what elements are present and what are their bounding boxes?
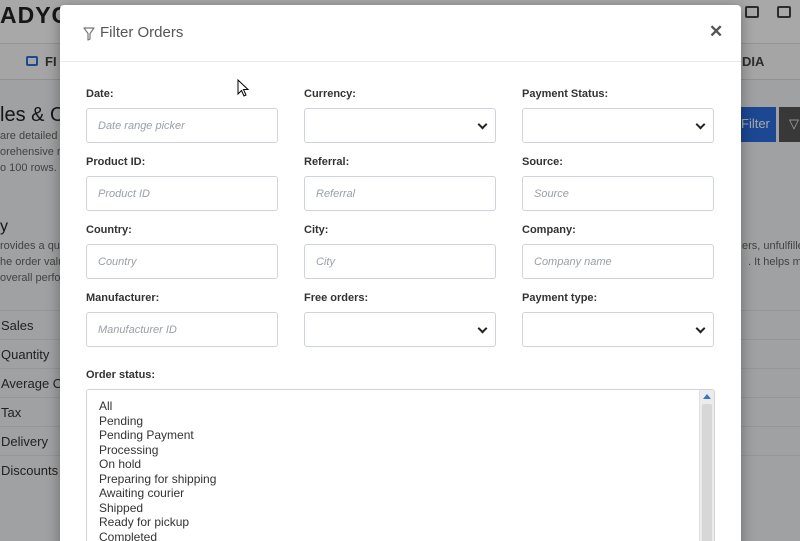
scroll-up-arrow-icon[interactable] [703,394,711,399]
order-status-option-preparing[interactable]: Preparing for shipping [87,472,697,487]
listbox-scrollbar[interactable] [699,390,714,541]
order-status-listbox[interactable]: All Pending Pending Payment Processing O… [86,389,715,541]
country-label: Country: [86,224,132,236]
referral-label: Referral: [304,156,350,168]
order-status-options: All Pending Pending Payment Processing O… [87,399,697,541]
scrollbar-thumb[interactable] [702,404,712,541]
order-status-option-awaiting-courier[interactable]: Awaiting courier [87,486,697,501]
mouse-cursor-icon [237,79,250,97]
modal-title: Filter Orders [100,24,184,41]
order-status-option-completed[interactable]: Completed [87,530,697,541]
city-label: City: [304,224,329,236]
referral-field[interactable] [304,176,496,211]
date-range-picker[interactable] [86,108,278,143]
order-status-label: Order status: [86,369,156,381]
order-status-option-on-hold[interactable]: On hold [87,457,697,472]
product-id-label: Product ID: [86,156,146,168]
manufacturer-field[interactable] [86,312,278,347]
payment-type-select[interactable] [522,312,714,347]
order-status-option-all[interactable]: All [87,399,697,414]
order-status-option-ready-for-pickup[interactable]: Ready for pickup [87,515,697,530]
source-label: Source: [522,156,563,168]
source-field[interactable] [522,176,714,211]
manufacturer-input[interactable] [87,313,277,346]
referral-input[interactable] [305,177,495,210]
chevron-down-icon [695,119,706,130]
manufacturer-label: Manufacturer: [86,292,160,304]
country-input[interactable] [87,245,277,278]
order-status-option-pending-payment[interactable]: Pending Payment [87,428,697,443]
order-status-option-shipped[interactable]: Shipped [87,501,697,516]
payment-status-select[interactable] [522,108,714,143]
free-orders-select[interactable] [304,312,496,347]
currency-select[interactable] [304,108,496,143]
product-id-field[interactable] [86,176,278,211]
payment-status-label: Payment Status: [522,88,609,100]
close-icon[interactable]: ✕ [709,23,723,40]
source-input[interactable] [523,177,713,210]
company-input[interactable] [523,245,713,278]
modal-header: Filter Orders ✕ [60,5,741,62]
order-status-option-processing[interactable]: Processing [87,443,697,458]
chevron-down-icon [477,323,488,334]
filter-icon [83,27,95,41]
company-label: Company: [522,224,576,236]
payment-type-label: Payment type: [522,292,598,304]
order-status-option-pending[interactable]: Pending [87,414,697,429]
free-orders-label: Free orders: [304,292,369,304]
city-field[interactable] [304,244,496,279]
date-range-input[interactable] [87,109,277,142]
chevron-down-icon [695,323,706,334]
country-field[interactable] [86,244,278,279]
filter-orders-modal: Filter Orders ✕ Date: Currency: Payment … [60,5,741,541]
date-label: Date: [86,88,114,100]
currency-label: Currency: [304,88,356,100]
city-input[interactable] [305,245,495,278]
chevron-down-icon [477,119,488,130]
product-id-input[interactable] [87,177,277,210]
company-field[interactable] [522,244,714,279]
